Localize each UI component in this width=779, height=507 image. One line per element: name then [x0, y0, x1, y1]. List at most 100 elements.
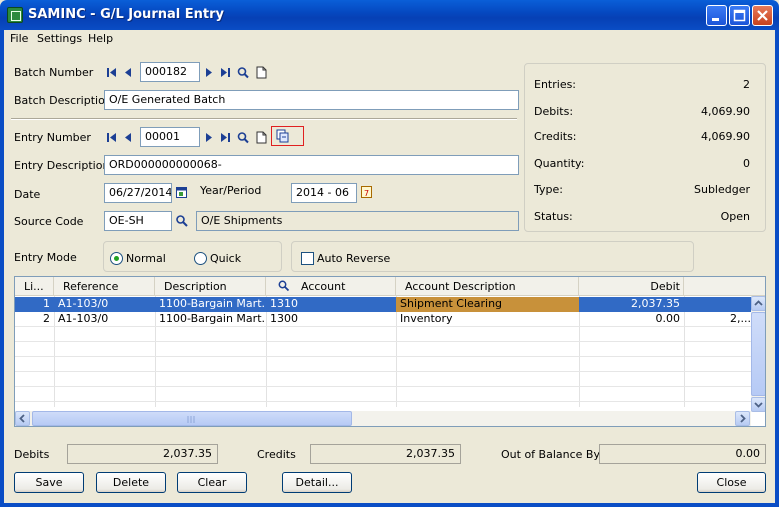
vertical-scrollbar[interactable]: [751, 296, 765, 412]
first-record-icon: [107, 133, 116, 142]
delete-button[interactable]: Delete: [96, 472, 166, 493]
out-of-balance-value: 0.00: [599, 444, 766, 464]
calendar-icon[interactable]: [176, 187, 188, 199]
source-code-finder-icon[interactable]: [175, 214, 189, 228]
scroll-down-icon: [754, 402, 763, 408]
auto-reverse-checkbox[interactable]: Auto Reverse: [301, 252, 391, 266]
horizontal-scroll-thumb[interactable]: [32, 411, 352, 426]
cell-account: 1300: [270, 312, 298, 325]
cell-account: 1310: [270, 297, 298, 310]
horizontal-scrollbar[interactable]: [15, 411, 751, 426]
menu-help[interactable]: Help: [88, 32, 113, 45]
batch-nav-icons[interactable]: [204, 66, 276, 80]
scroll-down-button[interactable]: [751, 397, 765, 412]
col-header-description[interactable]: Description: [155, 277, 266, 296]
mode-normal-label: Normal: [126, 252, 166, 265]
grid-line: [15, 371, 751, 372]
copy-entry-button[interactable]: [271, 126, 304, 146]
minimize-icon: [712, 18, 719, 21]
col-header-account[interactable]: Account: [266, 277, 396, 296]
cell-account-description[interactable]: Shipment Clearing: [396, 297, 579, 312]
col-header-account-description[interactable]: Account Description: [396, 277, 579, 296]
table-row[interactable]: 1 A1-103/0 1100-Bargain Mart... 1310 Shi…: [15, 297, 751, 312]
menu-help-label: Help: [88, 32, 114, 45]
journal-detail-grid[interactable]: Li... Reference Description Account Acco…: [14, 276, 766, 427]
col-header-credit[interactable]: [684, 277, 765, 296]
cell-description: 1100-Bargain Mart...: [159, 297, 266, 310]
scroll-up-button[interactable]: [751, 296, 765, 311]
title-bar[interactable]: SAMINC - G/L Journal Entry: [0, 0, 779, 30]
total-debits-value: 2,037.35: [67, 444, 218, 464]
window-frame-bottom: [0, 503, 779, 507]
cell-line: 2: [43, 312, 50, 325]
last-record-icon: [221, 133, 230, 142]
maximize-button[interactable]: [729, 5, 750, 26]
scroll-up-icon: [754, 300, 763, 306]
cell-debit: 0.00: [655, 312, 681, 325]
entry-number-input[interactable]: 00001: [140, 127, 200, 147]
batch-description-input[interactable]: O/E Generated Batch: [104, 90, 519, 110]
radio-normal-indicator: [110, 252, 123, 265]
grid-header: Li... Reference Description Account Acco…: [15, 277, 765, 296]
next-record-icon: [206, 133, 212, 142]
year-period-label: Year/Period: [200, 184, 262, 197]
date-input[interactable]: 06/27/2014: [104, 183, 172, 203]
mode-quick-radio[interactable]: Quick: [194, 252, 249, 266]
year-period-input[interactable]: 2014 - 06: [291, 183, 357, 203]
menu-file-label: File: [10, 32, 29, 45]
scroll-right-button[interactable]: [735, 411, 750, 426]
total-credits-value: 2,037.35: [310, 444, 461, 464]
detail-button[interactable]: Detail...: [282, 472, 352, 493]
col-header-line[interactable]: Li...: [15, 277, 54, 296]
cell-credit: [684, 297, 751, 312]
copy-entry-icon: [276, 129, 289, 143]
grid-line: [15, 401, 751, 402]
close-window-button[interactable]: [752, 5, 773, 26]
fiscal-calendar-icon[interactable]: 7: [361, 186, 373, 198]
save-button[interactable]: Save: [14, 472, 84, 493]
minimize-button[interactable]: [706, 5, 727, 26]
menu-file[interactable]: File: [10, 32, 28, 45]
new-document-icon: [256, 131, 267, 144]
scroll-left-icon: [19, 414, 25, 423]
debits-label: Debits:: [534, 105, 574, 118]
first-record-icon: [107, 68, 116, 77]
col-header-debit[interactable]: Debit: [579, 277, 684, 296]
batch-number-input[interactable]: 000182: [140, 62, 200, 82]
batch-first-prev-icons[interactable]: [106, 66, 136, 80]
scroll-left-button[interactable]: [15, 411, 30, 426]
entry-nav-icons[interactable]: [204, 131, 276, 145]
batch-number-label: Batch Number: [14, 66, 94, 79]
entries-value: 2: [743, 78, 750, 91]
radio-quick-indicator: [194, 252, 207, 265]
table-row[interactable]: 2 A1-103/0 1100-Bargain Mart... 1300 Inv…: [15, 312, 751, 327]
entry-description-input[interactable]: ORD000000000068-: [104, 155, 519, 175]
entries-label: Entries:: [534, 78, 577, 91]
entry-first-prev-icons[interactable]: [106, 131, 136, 145]
quantity-value: 0: [743, 157, 750, 170]
entry-description-label: Entry Description: [14, 159, 110, 172]
vertical-scroll-thumb[interactable]: [751, 312, 765, 396]
clear-button[interactable]: Clear: [177, 472, 247, 493]
svg-text:7: 7: [364, 189, 369, 198]
grid-line: [15, 341, 751, 342]
col-header-account-label: Account: [301, 280, 346, 293]
previous-record-icon: [125, 68, 131, 77]
account-finder-icon[interactable]: [278, 280, 290, 292]
col-header-reference[interactable]: Reference: [54, 277, 155, 296]
new-document-icon: [256, 66, 267, 79]
mode-quick-label: Quick: [210, 252, 242, 265]
menu-settings[interactable]: Settings: [37, 32, 82, 45]
close-icon: [757, 10, 768, 21]
window-frame-right: [775, 30, 779, 507]
close-button[interactable]: Close: [697, 472, 766, 493]
auto-reverse-box: [301, 252, 314, 265]
cell-line: 1: [43, 297, 50, 310]
app-icon: [7, 7, 23, 23]
window-title: SAMINC - G/L Journal Entry: [28, 7, 224, 22]
auto-reverse-label: Auto Reverse: [317, 252, 391, 265]
mode-normal-radio[interactable]: Normal: [110, 252, 170, 266]
cell-credit: 2,...: [730, 312, 751, 325]
source-code-input[interactable]: OE-SH: [104, 211, 172, 231]
batch-description-label: Batch Description: [14, 94, 112, 107]
